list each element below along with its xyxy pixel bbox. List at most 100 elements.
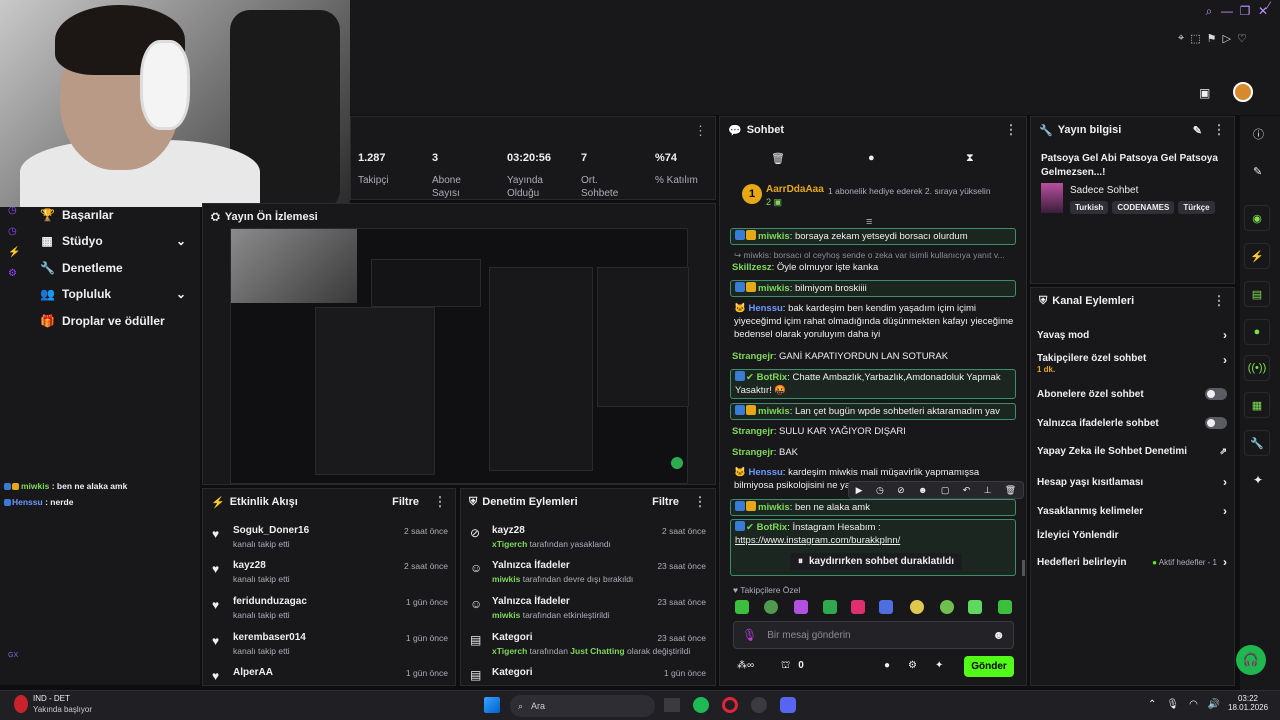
more-options-icon[interactable]: ⋮ (694, 123, 707, 139)
discord-icon[interactable] (780, 697, 796, 713)
avatar[interactable] (1233, 82, 1253, 102)
emote-icon[interactable] (998, 600, 1012, 614)
delete-icon[interactable]: 🗑 (1005, 485, 1016, 496)
account-age-row[interactable]: Hesap yaşı kısıtlaması › (1037, 475, 1227, 489)
minimize-icon[interactable]: — (1218, 4, 1236, 18)
restore-icon[interactable]: ❐ (1236, 4, 1254, 18)
tag[interactable]: Turkish (1070, 201, 1109, 214)
crop-icon[interactable]: ⬚ (1190, 32, 1200, 45)
emote-icon[interactable] (879, 600, 893, 614)
emote-only-toggle[interactable] (1205, 417, 1227, 429)
pencil-icon[interactable]: ✎ (1253, 165, 1262, 178)
support-icon[interactable]: 🎧 (1236, 645, 1266, 675)
more-options-icon[interactable]: ⋮ (693, 494, 707, 510)
emote-icon[interactable] (968, 600, 982, 614)
more-options-icon[interactable]: ⋮ (1212, 293, 1226, 309)
chat-paused-button[interactable]: ⏸ kaydırırken sohbet duraklatıldı (790, 553, 962, 570)
settings-icon[interactable]: ⚙ (8, 268, 20, 279)
slow-mode-row[interactable]: Yavaş mod › (1037, 328, 1227, 342)
more-options-icon[interactable]: ⋮ (1212, 122, 1226, 138)
nav-community[interactable]: 👥 Topluluk ⌄ (40, 287, 186, 301)
ai-moderation-row[interactable]: Yapay Zeka ile Sohbet Denetimi ⇗ (1037, 446, 1227, 457)
copy-icon[interactable]: ▢ (941, 485, 950, 496)
goals-row[interactable]: Hedefleri belirleyin ● Aktif hedefler - 1… (1037, 555, 1227, 569)
chat-bubble-icon[interactable]: ● (1244, 319, 1270, 345)
flag-icon[interactable]: ⚑ (1207, 32, 1217, 45)
tag[interactable]: CODENAMES (1112, 201, 1175, 214)
task-view-icon[interactable] (664, 698, 680, 712)
info-icon[interactable]: ⓘ (1253, 126, 1264, 142)
hourglass-icon[interactable]: ⧗ (966, 152, 974, 165)
weather-title[interactable]: IND - DET (33, 694, 70, 703)
app-icon[interactable] (751, 697, 767, 713)
more-options-icon[interactable]: ⋮ (1004, 122, 1018, 138)
stream-preview-video[interactable] (230, 228, 689, 484)
microphone-icon[interactable]: 🎙 (1166, 699, 1179, 710)
stream-manager-icon[interactable]: ▣ (1199, 86, 1210, 100)
pin-icon[interactable]: ⌖ (1178, 32, 1184, 45)
emote-icon[interactable]: ☻ (918, 485, 927, 495)
play-icon[interactable]: ▷ (1222, 32, 1230, 45)
emote-icon[interactable] (764, 600, 778, 614)
play-icon[interactable]: ▶ (856, 485, 863, 496)
shield-icon: ⛨ (469, 495, 478, 508)
emote-icon[interactable] (910, 600, 924, 614)
wrench-icon[interactable]: 🔧 (1244, 430, 1270, 456)
nav-drops[interactable]: 🎁 Droplar ve ödüller (40, 314, 165, 328)
history-icon[interactable]: ◷ (8, 226, 20, 237)
emote-icon[interactable] (823, 600, 837, 614)
followers-only-row[interactable]: Takipçilere özel sohbet 1 dk. › (1037, 353, 1227, 375)
trash-icon[interactable]: 🗑 (771, 152, 785, 165)
send-button[interactable]: Gönder (964, 656, 1014, 677)
nav-achievements[interactable]: 🏆 Başarılar (40, 208, 113, 222)
chat-bubble-icon[interactable]: ● (884, 660, 890, 671)
nav-studio[interactable]: ▦ Stüdyo ⌄ (40, 234, 186, 248)
emoji-icon[interactable]: ☻ (992, 628, 1005, 642)
microphone-icon[interactable]: 🎙 (742, 628, 757, 642)
chat-input[interactable]: 🎙 Bir mesaj gönderin ☻ (733, 621, 1014, 649)
emote-icon[interactable] (940, 600, 954, 614)
channel-points[interactable]: ⛫ 0 (781, 660, 804, 673)
tag[interactable]: Türkçe (1178, 201, 1215, 214)
chevron-up-icon[interactable]: ⌃ (1148, 699, 1156, 710)
chat-scrollbar[interactable] (1022, 560, 1025, 576)
hide-icon[interactable]: ⊘ (897, 485, 905, 496)
emote-icon[interactable] (794, 600, 808, 614)
moderation-filter-button[interactable]: Filtre (652, 496, 679, 508)
taskbar-search[interactable]: ⌕ Ara (510, 695, 655, 717)
chat-bubble-icon[interactable]: ● (868, 152, 875, 164)
notes-icon[interactable]: ▤ (1244, 281, 1270, 307)
puzzle-icon[interactable]: ✦ (935, 660, 943, 671)
pencil-icon[interactable]: ✎ (1193, 124, 1202, 137)
clock-icon[interactable]: ◷ (876, 485, 884, 496)
nav-moderation[interactable]: 🔧 Denetleme (40, 261, 123, 275)
emote-icon[interactable] (851, 600, 865, 614)
category-name[interactable]: Sadece Sohbet (1070, 185, 1138, 196)
search-icon[interactable]: ⌕ (1200, 4, 1218, 19)
top-gifter-name[interactable]: AarrDdaAaa (766, 184, 824, 195)
broadcast-icon[interactable]: ((•)) (1244, 355, 1270, 381)
layout-icon[interactable]: ▦ (1244, 392, 1270, 418)
heart-icon[interactable]: ♡ (1237, 32, 1247, 45)
spotify-icon[interactable] (693, 697, 709, 713)
undo-icon[interactable]: ↶ (963, 485, 971, 496)
clock[interactable]: 03:22 18.01.2026 (1228, 694, 1268, 712)
volume-icon[interactable]: 🔊 (1208, 699, 1220, 710)
start-icon[interactable] (484, 697, 500, 713)
wifi-icon[interactable]: ◠ (1189, 699, 1198, 710)
bolt-icon[interactable]: ⚡ (8, 247, 20, 258)
camera-icon[interactable]: ◉ (1244, 205, 1270, 231)
redirect-viewers-row[interactable]: İzleyici Yönlendir (1037, 530, 1227, 541)
chat-settings-link-icon[interactable]: ⁂∞ (737, 660, 754, 671)
activity-filter-button[interactable]: Filtre (392, 496, 419, 508)
subs-only-toggle[interactable] (1205, 388, 1227, 400)
more-options-icon[interactable]: ⋮ (433, 494, 447, 510)
gear-icon[interactable]: ⚙ (908, 660, 917, 671)
chat-link[interactable]: https://www.instagram.com/burakkplnn/ (735, 535, 900, 546)
opera-gx-icon[interactable] (722, 697, 738, 713)
puzzle-icon[interactable]: ✦ (1253, 473, 1263, 487)
pin-icon[interactable]: ⊥ (984, 485, 992, 496)
bolt-icon[interactable]: ⚡ (1244, 243, 1270, 269)
emote-icon[interactable] (735, 600, 749, 614)
banned-words-row[interactable]: Yasaklanmış kelimeler › (1037, 504, 1227, 518)
